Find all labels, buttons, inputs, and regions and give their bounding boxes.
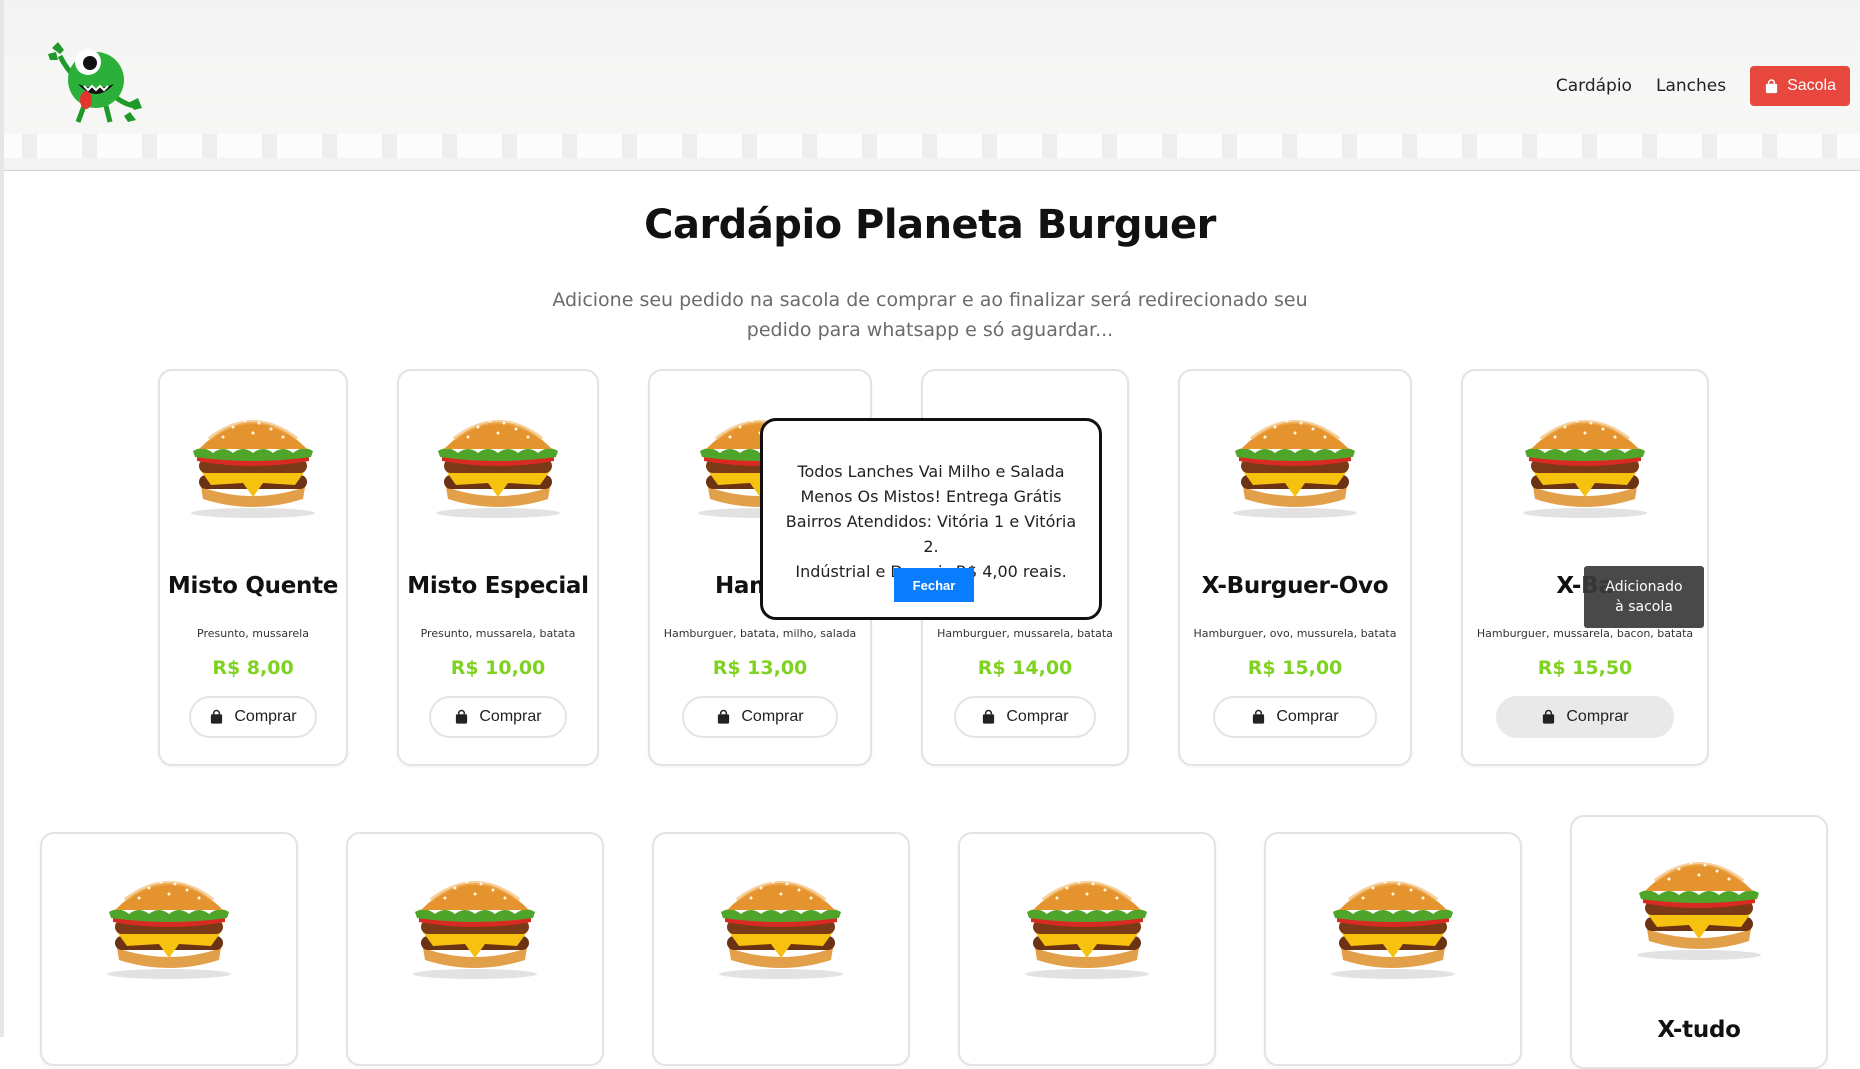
product-name: Misto Quente [167,573,339,599]
product-card [40,832,298,1066]
buy-button-label: Comprar [1566,708,1629,725]
modal-line-1: Todos Lanches Vai Milho e Salada [797,462,1065,481]
bag-button[interactable]: Sacola [1750,66,1850,106]
added-to-bag-toast: Adicionado à sacola [1584,566,1704,628]
nav-lanches[interactable]: Lanches [1656,76,1726,96]
product-price: R$ 15,00 [1247,657,1343,679]
product-card [958,832,1216,1066]
product-description: Presunto, mussarela [197,627,309,640]
site-header: Cardápio Lanches Sacola [4,0,1860,171]
buy-button-label: Comprar [1006,708,1069,725]
product-card [652,832,910,1066]
burger-image [1629,851,1769,961]
buy-button-label: Comprar [479,708,542,725]
product-card-x-burguer-ovo: X-Burguer-Ovo Hamburguer, ovo, mussurela… [1178,369,1412,766]
alien-logo[interactable] [44,38,144,126]
shopping-bag-icon [1251,709,1266,725]
page-subtitle: Adicione seu pedido na sacola de comprar… [530,285,1330,345]
product-price: R$ 14,00 [977,657,1073,679]
product-card [346,832,604,1066]
product-card-misto-especial: Misto Especial Presunto, mussarela, bata… [397,369,599,766]
product-name: X-tudo [1657,1017,1741,1043]
burger-image [428,409,568,519]
product-card-x-tudo: X-tudo [1570,815,1828,1069]
product-price: R$ 10,00 [450,657,546,679]
modal-message: Todos Lanches Vai Milho e Salada Menos O… [781,459,1081,584]
buy-button[interactable]: Comprar [429,696,567,738]
product-card-misto-quente: Misto Quente Presunto, mussarela R$ 8,00… [158,369,348,766]
burger-image [405,870,545,980]
buy-button-label: Comprar [741,708,804,725]
buy-button[interactable]: Comprar [954,696,1096,738]
info-modal: Todos Lanches Vai Milho e Salada Menos O… [760,418,1102,620]
modal-line-3: Bairros Atendidos: Vitória 1 e Vitória 2… [785,512,1077,556]
nav-cardapio[interactable]: Cardápio [1556,76,1632,96]
shopping-bag-icon [209,709,224,725]
buy-button[interactable]: Comprar [189,696,317,738]
burger-image [711,870,851,980]
shopping-bag-icon [454,709,469,725]
product-price: R$ 8,00 [212,657,294,679]
subtitle-line-1: Adicione seu pedido na sacola de comprar… [552,289,1308,311]
buy-button[interactable]: Comprar [682,696,838,738]
product-name: Misto Especial [407,573,589,599]
burger-image [1515,409,1655,519]
subtitle-line-2: pedido para whatsapp e só aguardar... [746,319,1114,341]
product-card [1264,832,1522,1066]
buy-button-label: Comprar [234,708,297,725]
product-description: Hamburguer, mussarela, batata [937,627,1113,640]
bag-button-label: Sacola [1787,77,1836,94]
shopping-bag-icon [716,709,731,725]
product-description: Presunto, mussarela, batata [420,627,576,640]
burger-image [1017,870,1157,980]
burger-image [183,409,323,519]
modal-line-2: Menos Os Mistos! Entrega Grátis [800,487,1062,506]
page-title: Cardápio Planeta Burguer [644,202,1216,248]
product-description: Hamburguer, mussarela, bacon, batata [1476,627,1694,640]
product-price: R$ 13,00 [712,657,808,679]
shopping-bag-icon [1764,79,1779,94]
product-description: Hamburguer, batata, milho, salada [663,627,857,640]
shopping-bag-icon [1541,709,1556,725]
close-modal-button[interactable]: Fechar [894,568,974,602]
buy-button[interactable]: Comprar [1496,696,1674,738]
buy-button-label: Comprar [1276,708,1339,725]
burger-image [1323,870,1463,980]
burger-image [1225,409,1365,519]
product-description: Hamburguer, ovo, mussurela, batata [1193,627,1397,640]
toast-line-2: à sacola [1615,599,1673,615]
main-nav: Cardápio Lanches Sacola [1556,66,1850,106]
product-price: R$ 15,50 [1537,657,1633,679]
toast-line-1: Adicionado [1605,579,1683,595]
buy-button[interactable]: Comprar [1213,696,1377,738]
shopping-bag-icon [981,709,996,725]
burger-image [99,870,239,980]
product-name: X-Burguer-Ovo [1201,573,1389,599]
